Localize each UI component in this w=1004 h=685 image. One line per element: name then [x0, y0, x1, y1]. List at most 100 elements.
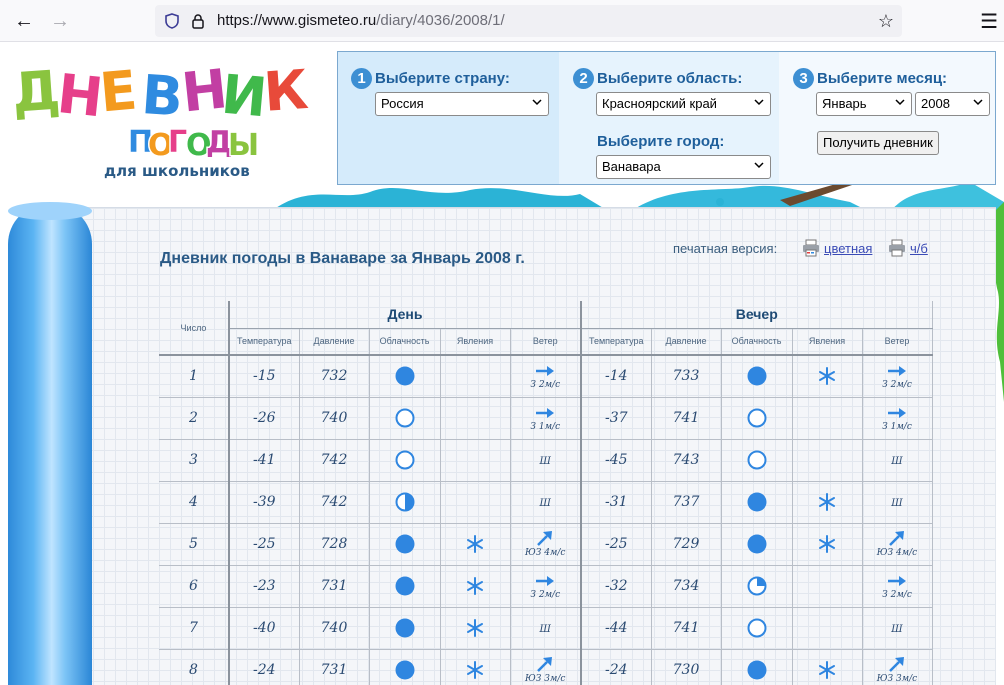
pressure-cell: 729 — [650, 522, 722, 566]
wind-arrow-east-icon — [536, 408, 555, 418]
day-number-cell: 1 — [159, 354, 230, 398]
cloudiness-cell — [368, 396, 441, 440]
browser-toolbar: ← → https://www.gismeteo.ru/diary/4036/2… — [0, 0, 1004, 42]
subheader-cloudiness: Облачность — [368, 327, 441, 356]
snow-icon — [819, 535, 835, 553]
month-select[interactable]: Январь — [816, 92, 912, 116]
wind-cell: ЮЗ 4м/с — [509, 522, 582, 566]
cloudiness-cell — [368, 564, 441, 608]
paper-roll-cap — [8, 202, 92, 220]
snow-icon — [467, 577, 483, 595]
cloudiness-cell — [720, 354, 793, 398]
wind-arrow-east-icon — [888, 408, 906, 418]
cloud-clear-icon — [747, 450, 766, 470]
chevron-down-icon — [895, 99, 905, 106]
day-number-cell: 4 — [159, 480, 230, 524]
table-row: 1 -15 732 З 2м/с -14 733 З 2м/с — [159, 354, 933, 398]
svg-text:К: К — [262, 58, 310, 124]
cloud-clear-icon — [747, 618, 766, 638]
temperature-cell: -14 — [580, 354, 652, 398]
table-row: 6 -23 731 З 2м/с -32 734 З 2м/с — [159, 564, 933, 608]
temperature-cell: -37 — [580, 396, 652, 440]
phenomena-cell — [791, 480, 863, 524]
wind-cell: Ш — [861, 480, 933, 524]
country-select[interactable]: Россия — [375, 92, 549, 116]
wind-arrow-northeast-icon — [537, 657, 553, 672]
snow-icon — [819, 661, 835, 679]
cloudiness-cell — [720, 396, 793, 440]
temperature-cell: -23 — [228, 564, 300, 608]
url-domain: https://www.gismeteo.ru — [217, 12, 377, 29]
cloudiness-cell — [720, 648, 793, 685]
phenomena-cell — [791, 564, 863, 608]
phenomena-cell — [791, 438, 863, 482]
subheader-wind: Ветер — [861, 327, 933, 356]
menu-icon[interactable]: ☰ — [980, 9, 998, 34]
day-number-cell: 2 — [159, 396, 230, 440]
wind-label: З 2м/с — [530, 590, 561, 600]
cloud-quarter-icon — [747, 576, 766, 596]
chevron-down-icon — [754, 99, 764, 106]
cloudiness-cell — [368, 522, 441, 566]
pressure-cell: 743 — [650, 438, 722, 482]
step-3-badge: 3 — [793, 68, 814, 89]
wind-cell: ЮЗ 4м/с — [861, 522, 933, 566]
table-row: 2 -26 740 З 1м/с -37 741 З 1м/с — [159, 396, 933, 440]
printer-bw-icon[interactable] — [888, 239, 906, 257]
get-diary-button[interactable]: Получить дневник — [817, 131, 939, 155]
wind-cell: Ш — [861, 438, 933, 482]
cloud-full-icon — [395, 576, 414, 596]
forward-arrow-icon[interactable]: → — [48, 9, 72, 33]
address-bar[interactable]: https://www.gismeteo.ru/diary/4036/2008/… — [155, 5, 902, 37]
year-select[interactable]: 2008 — [915, 92, 990, 116]
wind-cell: Ш — [509, 606, 582, 650]
pressure-cell: 731 — [298, 564, 370, 608]
wind-cell: ЮЗ 3м/с — [861, 648, 933, 685]
cloud-full-icon — [395, 618, 414, 638]
wind-label: З 2м/с — [530, 380, 561, 391]
wind-arrow-east-icon — [888, 366, 906, 377]
phenomena-cell — [791, 606, 863, 650]
wind-cell: Ш — [509, 480, 582, 524]
temperature-cell: -24 — [228, 648, 300, 685]
subheader-cloudiness: Облачность — [720, 327, 793, 356]
temperature-cell: -32 — [580, 564, 652, 608]
table-row: 5 -25 728 ЮЗ 4м/с -25 729 ЮЗ 4м/с — [159, 522, 933, 566]
bookmark-star-icon[interactable]: ☆ — [878, 11, 894, 32]
wind-arrow-northeast-icon — [889, 531, 904, 546]
wind-calm-label: Ш — [539, 456, 551, 467]
snow-icon — [467, 535, 483, 553]
region-select[interactable]: Красноярский край — [596, 92, 771, 116]
printer-color-icon[interactable] — [802, 239, 820, 257]
month-label: Выберите месяц: — [817, 70, 948, 87]
location-selector-panel: 1 Выберите страну: Россия 2 Выберите обл… — [337, 51, 996, 185]
city-select[interactable]: Ванавара — [596, 155, 771, 179]
print-bw-link[interactable]: ч/б — [910, 241, 928, 256]
wind-cell: З 1м/с — [509, 396, 582, 440]
svg-text:Г: Г — [168, 125, 187, 160]
wind-label: З 1м/с — [882, 422, 912, 432]
shield-icon[interactable] — [164, 13, 180, 29]
site-logo[interactable]: Д Н Е В Н И К П О Г О Д Ы для школьников — [8, 52, 313, 180]
print-color-link[interactable]: цветная — [824, 241, 872, 256]
chevron-down-icon — [754, 162, 764, 169]
column-header-number: Число — [159, 301, 230, 356]
country-value: Россия — [381, 96, 424, 111]
lock-icon[interactable] — [191, 13, 205, 29]
url-text[interactable]: https://www.gismeteo.ru/diary/4036/2008/… — [217, 12, 505, 29]
table-row: 7 -40 740 Ш -44 741 Ш — [159, 606, 933, 650]
wind-arrow-northeast-icon — [537, 531, 553, 546]
cloudiness-cell — [720, 564, 793, 608]
region-value: Красноярский край — [602, 96, 717, 111]
cloud-clear-icon — [395, 408, 414, 428]
cloudiness-cell — [368, 480, 441, 524]
cloud-full-icon — [747, 366, 766, 386]
pressure-cell: 732 — [298, 354, 370, 398]
month-column: 3 Выберите месяц: Январь 2008 Получить д… — [779, 52, 995, 184]
print-version-label: печатная версия: — [673, 241, 778, 256]
wind-calm-label: Ш — [539, 498, 551, 509]
subheader-phenomena: Явления — [439, 327, 511, 356]
temperature-cell: -31 — [580, 480, 652, 524]
back-arrow-icon[interactable]: ← — [12, 9, 36, 33]
wind-arrow-east-icon — [536, 366, 555, 377]
